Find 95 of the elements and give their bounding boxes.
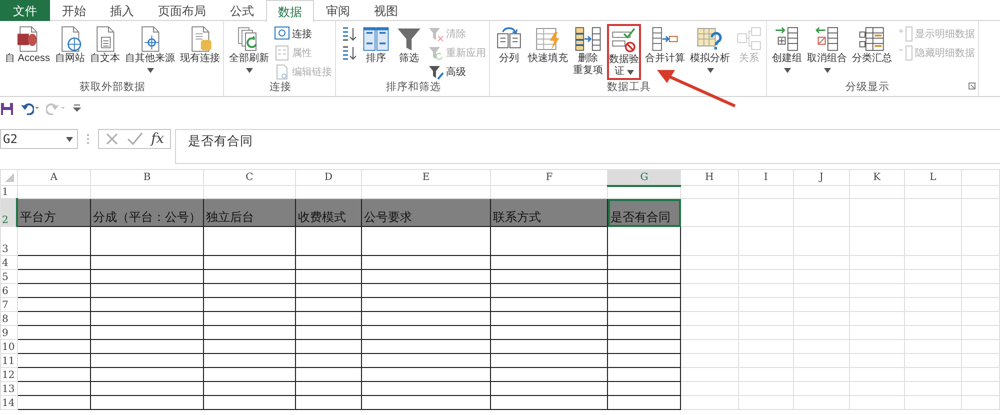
ribbon-button[interactable]: 现有连接 xyxy=(179,24,222,74)
row-header[interactable]: 3 xyxy=(0,226,18,256)
column-header[interactable]: J xyxy=(794,170,850,186)
caret-icon xyxy=(66,136,73,142)
ribbon-button[interactable]: 创建组 xyxy=(771,24,804,74)
row-header[interactable]: 8 xyxy=(0,312,18,326)
ribbon-button[interactable]: 排序 xyxy=(361,24,392,74)
undo-icon xyxy=(20,101,34,115)
link-icon xyxy=(274,26,290,42)
row-header[interactable]: 1 xyxy=(0,186,18,198)
table-cell[interactable]: 收费模式 xyxy=(295,198,362,226)
group-label: 数据工具 xyxy=(606,80,652,95)
row-header[interactable]: 2 xyxy=(0,198,18,226)
ribbon-button[interactable]: 快速填充 xyxy=(527,24,570,74)
table-cell[interactable]: 公号要求 xyxy=(362,198,490,226)
ribbon-tab[interactable]: 开始 xyxy=(50,0,98,21)
dialog-launcher-icon[interactable] xyxy=(968,82,976,90)
ribbon-button[interactable]: 全部刷新 xyxy=(228,24,270,74)
ribbon-button[interactable]: 删除 重复项 xyxy=(572,24,604,78)
advanced-filter-icon xyxy=(428,64,444,80)
formula-field[interactable]: 是否有合同 xyxy=(175,129,1000,164)
ribbon-button[interactable]: 模拟分析 xyxy=(689,24,732,74)
clear-filter-icon xyxy=(428,26,444,42)
column-header[interactable]: E xyxy=(362,170,490,186)
hide-detail-icon xyxy=(897,45,914,61)
ribbon-button[interactable]: 合并计算 xyxy=(644,24,686,74)
show-detail-icon xyxy=(897,26,914,42)
ribbon-tab[interactable]: 审阅 xyxy=(314,0,362,21)
column-header[interactable]: I xyxy=(738,170,794,186)
ribbon-button[interactable]: 高级 xyxy=(427,63,488,81)
row-header[interactable]: 11 xyxy=(0,354,18,368)
table-cell[interactable]: 分成（平台：公号） xyxy=(90,198,204,226)
consolidate-icon xyxy=(651,25,680,53)
ribbon-button[interactable]: 自文本 xyxy=(89,24,122,74)
toolbar-button[interactable] xyxy=(20,101,40,115)
sort-ascending-icon xyxy=(341,26,358,42)
icon-button[interactable] xyxy=(340,44,358,62)
sort-descending-icon xyxy=(341,45,358,61)
edit-link-icon xyxy=(274,64,290,80)
column-header[interactable]: K xyxy=(849,170,905,186)
column-header[interactable]: C xyxy=(204,170,296,186)
sort-icon xyxy=(362,25,390,53)
table-cell[interactable]: 联系方式 xyxy=(490,198,608,226)
name-box[interactable]: G2 xyxy=(0,129,78,149)
flash-fill-icon xyxy=(534,25,562,53)
group-label: 分级显示 xyxy=(844,80,891,95)
ribbon-tab[interactable]: 插入 xyxy=(98,0,146,21)
row-header[interactable]: 14 xyxy=(0,396,18,410)
column-header[interactable]: F xyxy=(490,170,608,186)
group-label: 连接 xyxy=(268,80,293,95)
table-cell[interactable]: 是否有合同 xyxy=(608,198,681,226)
column-header[interactable]: A xyxy=(17,170,90,186)
file-tab[interactable]: 文件 xyxy=(0,0,50,21)
row-header[interactable]: 4 xyxy=(0,256,18,270)
ribbon-button[interactable]: 分类汇总 xyxy=(851,24,894,74)
ribbon-button[interactable]: 连接 xyxy=(273,25,334,43)
validation-icon xyxy=(610,26,638,54)
properties-icon xyxy=(274,45,290,61)
row-header[interactable]: 10 xyxy=(0,340,18,354)
ribbon-button[interactable]: 分列 xyxy=(494,24,524,74)
column-header[interactable]: D xyxy=(295,170,362,186)
corner-triangle-icon xyxy=(4,172,14,182)
column-header[interactable]: G xyxy=(608,170,681,186)
icon-button[interactable] xyxy=(340,25,358,43)
subtotal-icon xyxy=(858,25,886,53)
check-icon xyxy=(127,132,143,146)
ribbon-button[interactable]: 自其他来源 xyxy=(124,24,176,74)
ribbon-tab[interactable]: 页面布局 xyxy=(146,0,218,21)
row-header[interactable]: 9 xyxy=(0,326,18,340)
redo-icon xyxy=(46,101,60,115)
table-cell[interactable]: 独立后台 xyxy=(204,198,296,226)
ribbon-button[interactable]: 数据验 证 xyxy=(607,24,642,80)
table-cell[interactable]: 平台方 xyxy=(17,198,90,226)
insert-function-button[interactable]: fx xyxy=(151,128,164,150)
ribbon-button[interactable]: 取消组合 xyxy=(806,24,848,74)
ribbon-tab[interactable]: 公式 xyxy=(218,0,266,21)
reapply-filter-icon xyxy=(428,45,444,61)
row-header[interactable]: 12 xyxy=(0,368,18,382)
group-label: 获取外部数据 xyxy=(78,80,146,95)
row-header[interactable]: 7 xyxy=(0,298,18,312)
ribbon-button[interactable]: 自网站 xyxy=(54,24,86,74)
remove-duplicates-icon xyxy=(574,25,602,53)
group-label: 排序和筛选 xyxy=(385,80,442,95)
ribbon-button[interactable]: 筛选 xyxy=(394,24,424,74)
row-header[interactable]: 5 xyxy=(0,270,18,284)
row-header[interactable]: 13 xyxy=(0,382,18,396)
row-header[interactable]: 6 xyxy=(0,284,18,298)
close-icon xyxy=(105,132,119,146)
column-header[interactable]: L xyxy=(904,170,962,186)
ribbon-tab[interactable]: 视图 xyxy=(362,0,410,21)
column-header[interactable]: H xyxy=(680,170,738,186)
column-header[interactable]: B xyxy=(90,170,204,186)
relationships-icon xyxy=(735,25,764,53)
ribbon-button[interactable]: 自 Access xyxy=(4,24,52,74)
ribbon-tab[interactable]: 数据 xyxy=(266,0,314,22)
